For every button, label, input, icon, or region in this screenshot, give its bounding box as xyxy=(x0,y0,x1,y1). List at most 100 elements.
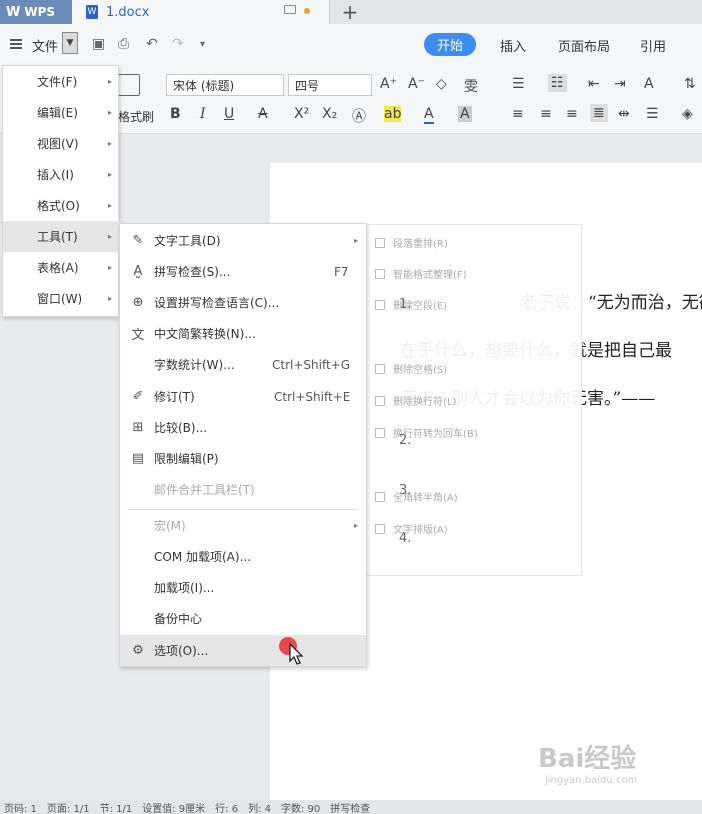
align-center-icon[interactable]: ≡ xyxy=(540,106,552,122)
list-marker: 1. xyxy=(399,297,412,312)
menu-item-com-addins[interactable]: COM 加载项(A)... xyxy=(120,541,366,572)
distribute-icon[interactable]: ⇹ xyxy=(618,106,630,122)
menu-item-restrict-edit[interactable]: ▤ 限制编辑(P) xyxy=(120,443,366,474)
bold-icon[interactable]: B xyxy=(170,106,181,122)
chevron-right-icon: ▸ xyxy=(353,521,358,530)
align-left-icon[interactable]: ≡ xyxy=(512,106,524,122)
chevron-right-icon: ▸ xyxy=(107,201,112,210)
menu-item-spell-check[interactable]: A̰ 拼写检查(S)... F7 xyxy=(120,256,366,287)
justify-icon[interactable]: ≣ xyxy=(590,104,608,122)
tab-insert[interactable]: 插入 xyxy=(500,36,526,55)
status-section: 节: 1/1 xyxy=(99,803,133,814)
redo-icon[interactable]: ↷ xyxy=(172,36,184,52)
menu-item-spell-language[interactable]: ⊕ 设置拼写检查语言(C)... xyxy=(120,287,366,318)
tab-document[interactable]: W 1.docx xyxy=(72,0,330,24)
text-tools-item[interactable]: 段落重排(R) xyxy=(375,235,448,250)
status-column: 列: 4 xyxy=(248,803,271,814)
italic-icon[interactable]: I xyxy=(200,106,206,122)
menu-item-compare[interactable]: ⊞ 比较(B)... xyxy=(120,412,366,443)
hamburger-icon[interactable] xyxy=(10,39,22,49)
font-name-select[interactable]: 宋体 (标题) xyxy=(166,74,284,96)
menu-item-tools[interactable]: 工具(T) ▸ xyxy=(3,221,120,252)
menu-item-insert[interactable]: 插入(I) ▸ xyxy=(3,159,120,190)
clear-format-icon[interactable]: ◇ xyxy=(436,76,447,92)
menu-item-revision[interactable]: ✐ 修订(T) Ctrl+Shift+E xyxy=(120,381,366,412)
list-marker: 4. xyxy=(399,531,412,546)
increase-indent-icon[interactable]: ⇥ xyxy=(614,76,626,92)
shortcut-label: Ctrl+Shift+G xyxy=(272,357,351,372)
text-tools-item[interactable]: 删除换行符(L) xyxy=(375,393,456,408)
status-spell-check[interactable]: 拼写检查 xyxy=(330,800,370,814)
menu-item-text-tools[interactable]: ✎ 文字工具(D) ▸ xyxy=(120,225,366,256)
shortcut-label: F7 xyxy=(334,264,349,279)
file-menu-button[interactable]: 文件 xyxy=(32,36,58,55)
menu-item-word-count[interactable]: 字数统计(W)... Ctrl+Shift+G xyxy=(120,349,366,380)
menu-item-chinese-convert[interactable]: 文中文简繁转换(N)... xyxy=(120,318,366,349)
align-right-icon[interactable]: ≡ xyxy=(566,106,578,122)
tab-page-layout[interactable]: 页面布局 xyxy=(558,36,610,55)
superscript-icon[interactable]: X² xyxy=(294,106,309,122)
grow-font-icon[interactable]: A⁺ xyxy=(380,76,397,92)
watermark-logo: Bai经验 xyxy=(538,744,637,774)
text-effect-icon[interactable]: A xyxy=(644,76,654,92)
line-spacing-icon[interactable]: ☰ xyxy=(646,106,659,122)
char-shading-icon[interactable]: A xyxy=(458,106,472,122)
menu-item-file[interactable]: 文件(F) ▸ xyxy=(3,66,120,97)
menu-item-mail-merge-toolbar: 邮件合并工具栏(T) xyxy=(154,483,255,497)
subscript-icon[interactable]: X₂ xyxy=(322,106,337,122)
menu-row: 文件 ▼ ▣ ⎙ ↶ ↷ ▾ 开始 插入 页面布局 引用 xyxy=(0,24,702,66)
text-outline-icon[interactable]: Ⓐ xyxy=(352,106,366,126)
restrict-edit-icon: ▤ xyxy=(131,451,145,466)
decrease-indent-icon[interactable]: ⇤ xyxy=(588,76,600,92)
tab-references[interactable]: 引用 xyxy=(640,36,666,55)
bullet-list-icon[interactable]: ☰ xyxy=(512,76,525,92)
tab-wps[interactable]: W WPS xyxy=(0,0,72,24)
list-marker: 3. xyxy=(399,483,412,498)
monitor-icon[interactable] xyxy=(284,5,296,14)
font-size-select[interactable]: 四号 xyxy=(288,74,372,96)
chevron-right-icon: ▸ xyxy=(107,139,112,148)
menu-item-options[interactable]: ⚙ 选项(O)... xyxy=(120,635,366,666)
format-painter-icon[interactable] xyxy=(118,74,140,96)
wrench-icon: ✎ xyxy=(132,233,144,248)
font-color-icon[interactable]: A xyxy=(424,106,434,124)
chevron-right-icon: ▸ xyxy=(107,108,112,117)
format-painter-label[interactable]: 格式刷 xyxy=(118,108,154,125)
menu-item-view[interactable]: 视图(V) ▸ xyxy=(3,128,120,159)
text-tools-item[interactable]: 删除空格(S) xyxy=(375,361,447,376)
menu-item-format[interactable]: 格式(O) ▸ xyxy=(3,190,120,221)
customize-chevron-icon[interactable]: ▾ xyxy=(200,39,205,50)
underline-icon[interactable]: U xyxy=(224,106,234,122)
gear-icon: ⚙ xyxy=(132,643,144,658)
chevron-down-icon[interactable]: ▼ xyxy=(62,32,78,54)
strikethrough-icon[interactable]: A xyxy=(258,106,268,122)
menu-item-table[interactable]: 表格(A) ▸ xyxy=(3,252,120,283)
watermark-url: jingyan.baidu.com xyxy=(545,775,638,786)
word-doc-icon: W xyxy=(86,5,98,19)
phonetic-icon[interactable]: 雯 xyxy=(464,76,478,96)
text-tools-item[interactable]: 换行符转为回车(B) xyxy=(375,425,478,440)
menu-item-window[interactable]: 窗口(W) ▸ xyxy=(3,283,120,314)
status-position: 设置值: 9厘米 xyxy=(142,803,206,814)
spellcheck-icon: A̰ xyxy=(133,264,143,279)
shading-icon[interactable]: ◈ xyxy=(682,106,693,122)
menu-item-edit[interactable]: 编辑(E) ▸ xyxy=(3,97,120,128)
list-marker: 2. xyxy=(399,433,412,448)
tools-menu: ✎ 文字工具(D) ▸ A̰ 拼写检查(S)... F7 ⊕ 设置拼写检查语言(C)...… xyxy=(119,223,367,667)
wps-logo-icon: W xyxy=(6,4,21,20)
compare-icon: ⊞ xyxy=(132,420,144,435)
highlight-icon[interactable]: ab xyxy=(384,106,402,122)
sort-icon[interactable]: ⇅ xyxy=(684,76,696,92)
menu-item-backup-center[interactable]: 备份中心 xyxy=(120,603,366,634)
undo-icon[interactable]: ↶ xyxy=(146,36,158,52)
text-tools-item[interactable]: 智能格式整理(F) xyxy=(375,266,467,281)
numbered-list-icon[interactable]: ☷ xyxy=(548,74,567,92)
text-tools-item[interactable]: 全角转半角(A) xyxy=(375,489,458,504)
new-tab-button[interactable]: + xyxy=(330,0,370,24)
tab-home[interactable]: 开始 xyxy=(424,33,477,56)
shrink-font-icon[interactable]: A⁻ xyxy=(408,76,425,92)
status-word-count[interactable]: 字数: 90 xyxy=(281,800,320,814)
menu-item-addins[interactable]: 加载项(I)... xyxy=(120,572,366,603)
save-icon[interactable]: ▣ xyxy=(92,36,105,52)
print-icon[interactable]: ⎙ xyxy=(118,36,129,52)
